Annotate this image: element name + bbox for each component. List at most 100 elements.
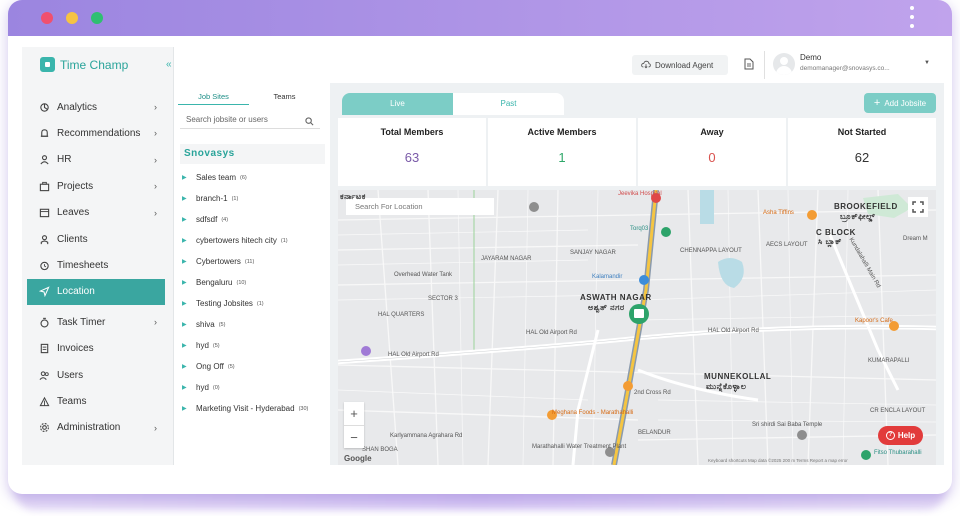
list-item[interactable]: ▶ sdfsdf (4) xyxy=(180,209,330,230)
caret-right-icon[interactable]: ▶ xyxy=(180,195,196,202)
list-item[interactable]: ▶ cybertowers hitech city (1) xyxy=(180,230,330,251)
list-item[interactable]: ▶ Marketing Visit - Hyderabad (30) xyxy=(180,398,330,419)
list-item[interactable]: ▶ shiva (5) xyxy=(180,314,330,335)
search-icon[interactable] xyxy=(305,115,314,133)
cloud-download-icon xyxy=(641,60,651,71)
caret-right-icon[interactable]: ▶ xyxy=(180,363,196,370)
map-area-label: BELANDUR xyxy=(638,430,671,436)
caret-right-icon[interactable]: ▶ xyxy=(180,342,196,349)
list-item[interactable]: ▶ Bengaluru (10) xyxy=(180,272,330,293)
map-road-label: Karlyammana Agrahara Rd xyxy=(390,433,463,439)
tab-job-sites[interactable]: Job Sites xyxy=(178,89,249,105)
caret-right-icon[interactable]: ▶ xyxy=(180,279,196,286)
calendar-icon xyxy=(39,207,50,218)
map-attribution[interactable]: Keyboard shortcuts Map data ©2025 200 m … xyxy=(708,458,848,463)
caret-right-icon[interactable]: ▶ xyxy=(180,405,196,412)
sidebar-item-label: Invoices xyxy=(57,343,94,355)
sidebar-item-recommendations[interactable]: Recommendations › xyxy=(27,120,165,146)
list-item[interactable]: ▶ hyd (5) xyxy=(180,335,330,356)
minimize-window-button[interactable] xyxy=(66,12,78,24)
map-label: ಅಶ್ವತ್ ನಗರ xyxy=(588,303,625,312)
sidebar-item-administration[interactable]: Administration › xyxy=(27,415,165,441)
document-icon[interactable] xyxy=(744,57,754,75)
caret-right-icon[interactable]: ▶ xyxy=(180,174,196,181)
map-area-label: KUMARAPALLI xyxy=(868,358,910,364)
sidebar: Time Champ « Analytics › Recommendations… xyxy=(22,47,173,465)
logo[interactable]: Time Champ xyxy=(40,57,128,72)
caret-right-icon[interactable]: ▶ xyxy=(180,321,196,328)
double-chevron-left-icon[interactable]: « xyxy=(166,59,172,70)
sidebar-item-label: Administration xyxy=(57,422,121,434)
stat-active-members[interactable]: Active Members 1 xyxy=(488,118,636,186)
sidebar-item-task-timer[interactable]: Task Timer › xyxy=(27,309,165,335)
map-label: BROOKEFIELD xyxy=(834,202,898,211)
list-item[interactable]: ▶ branch-1 (1) xyxy=(180,188,330,209)
sidebar-nav: Analytics › Recommendations › HR › Proje… xyxy=(27,94,165,441)
zoom-in-button[interactable]: + xyxy=(344,402,364,425)
divider xyxy=(764,51,765,79)
sidebar-item-users[interactable]: Users xyxy=(27,362,165,388)
caret-right-icon[interactable]: ▶ xyxy=(180,300,196,307)
map-poi-label[interactable]: Meghana Foods - Marathahalli xyxy=(552,410,633,416)
map-poi-label[interactable]: Asha Tiffins xyxy=(763,210,794,216)
caret-right-icon[interactable]: ▶ xyxy=(180,216,196,223)
maximize-window-button[interactable] xyxy=(91,12,103,24)
sidebar-item-teams[interactable]: Teams xyxy=(27,388,165,414)
stat-total-members[interactable]: Total Members 63 xyxy=(338,118,486,186)
caret-right-icon[interactable]: ▶ xyxy=(180,384,196,391)
add-jobsite-button[interactable]: + Add Jobsite xyxy=(864,93,936,113)
chevron-down-icon[interactable]: ▼ xyxy=(924,60,930,66)
close-window-button[interactable] xyxy=(41,12,53,24)
zoom-out-button[interactable]: − xyxy=(344,425,364,448)
map-poi-label[interactable]: Fitso Thubarahalli xyxy=(874,450,922,456)
sidebar-item-invoices[interactable]: Invoices xyxy=(27,336,165,362)
jobsite-count: (1) xyxy=(231,195,239,202)
jobsite-group-header[interactable]: Snovasys xyxy=(180,144,325,164)
sidebar-item-label: Task Timer xyxy=(57,316,106,328)
stat-away[interactable]: Away 0 xyxy=(638,118,786,186)
chevron-right-icon: › xyxy=(154,154,157,165)
map-road-label: HAL Old Airport Rd xyxy=(388,352,439,358)
jobsite-count: (0) xyxy=(212,384,220,391)
list-item[interactable]: ▶ hyd (0) xyxy=(180,377,330,398)
map-poi-label[interactable]: Kalamandir xyxy=(592,274,622,280)
help-button[interactable]: ? Help xyxy=(878,426,923,445)
sidebar-item-projects[interactable]: Projects › xyxy=(27,173,165,199)
tab-past[interactable]: Past xyxy=(453,93,564,115)
map-poi-label[interactable]: Torq03 xyxy=(630,226,648,232)
jobsite-count: (11) xyxy=(244,258,255,265)
jobsite-search-input[interactable]: Search jobsite or users xyxy=(180,111,320,129)
map-search-input[interactable]: Search For Location xyxy=(346,198,494,215)
kebab-menu-icon[interactable] xyxy=(910,6,916,33)
map-poi-label[interactable]: Kapoor's Cafe xyxy=(855,318,893,324)
tab-live[interactable]: Live xyxy=(342,93,453,115)
map-poi-label[interactable]: Sri shirdi Sai Baba Temple xyxy=(752,422,822,428)
location-arrow-icon xyxy=(39,286,50,298)
map[interactable]: Search For Location ASWATH NAGAR ಅಶ್ವತ್ … xyxy=(338,190,936,465)
list-item[interactable]: ▶ Testing Jobsites (1) xyxy=(180,293,330,314)
sidebar-item-location[interactable]: Location xyxy=(27,278,165,306)
fullscreen-button[interactable] xyxy=(908,197,928,217)
sidebar-item-leaves[interactable]: Leaves › xyxy=(27,200,165,226)
tab-teams[interactable]: Teams xyxy=(249,89,320,105)
download-agent-label: Download Agent xyxy=(655,60,714,70)
list-item[interactable]: ▶ Ong Off (5) xyxy=(180,356,330,377)
sidebar-item-analytics[interactable]: Analytics › xyxy=(27,94,165,120)
jobsite-name: branch-1 xyxy=(196,194,228,203)
sidebar-item-hr[interactable]: HR › xyxy=(27,147,165,173)
add-jobsite-label: Add Jobsite xyxy=(884,98,927,108)
avatar[interactable] xyxy=(773,53,795,75)
list-item[interactable]: ▶ Cybertowers (11) xyxy=(180,251,330,272)
caret-right-icon[interactable]: ▶ xyxy=(180,258,196,265)
sidebar-item-clients[interactable]: Clients xyxy=(27,226,165,252)
map-road-label: HAL Old Airport Rd xyxy=(526,330,577,336)
stat-not-started[interactable]: Not Started 62 xyxy=(788,118,936,186)
sidebar-item-timesheets[interactable]: Timesheets xyxy=(27,252,165,278)
download-agent-button[interactable]: Download Agent xyxy=(632,55,728,75)
jobsite-tabs: Job Sites Teams xyxy=(178,89,320,105)
list-item[interactable]: ▶ Sales team (6) xyxy=(180,167,330,188)
stat-value: 62 xyxy=(854,150,870,165)
caret-right-icon[interactable]: ▶ xyxy=(180,237,196,244)
map-poi-label[interactable]: Jeevika Hospital xyxy=(618,191,662,197)
app-window: Time Champ « Analytics › Recommendations… xyxy=(8,0,952,494)
